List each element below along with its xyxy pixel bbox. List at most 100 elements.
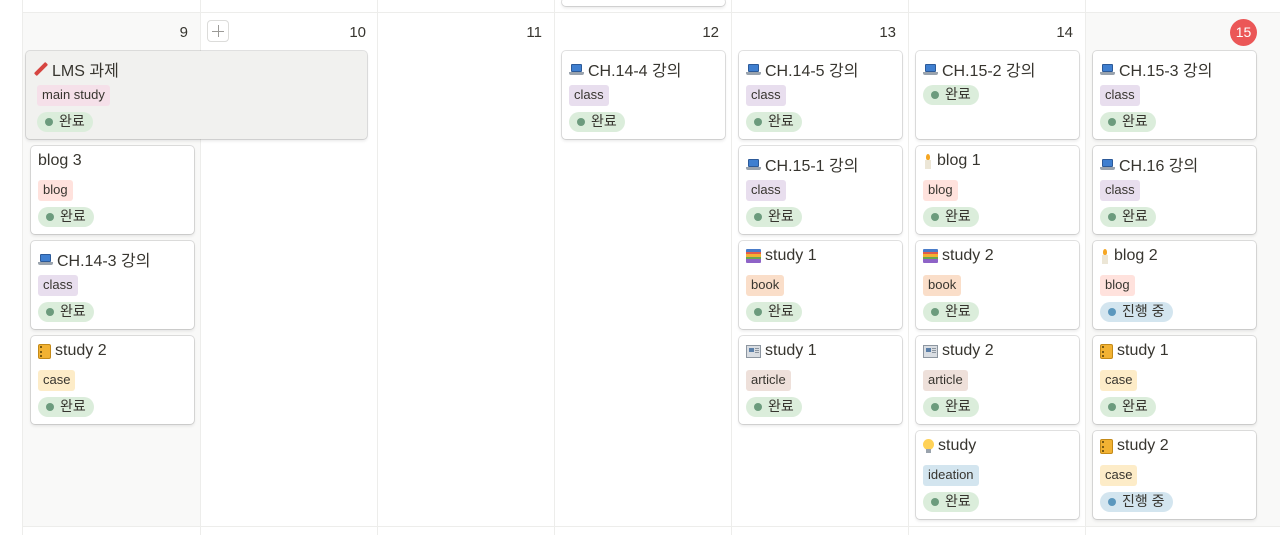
event-title: CH.15-3 강의 <box>1119 63 1213 80</box>
day-number: 10 <box>349 24 366 41</box>
status-badge: 완료 <box>923 302 979 322</box>
event-card[interactable]: study 1 case 완료 <box>1093 336 1256 424</box>
event-title: CH.15-1 강의 <box>765 158 859 175</box>
event-card[interactable]: study 1 book 완료 <box>739 241 902 329</box>
event-title: CH.14-4 강의 <box>588 63 682 80</box>
status-badge: 진행 중 <box>1100 302 1173 322</box>
event-card[interactable]: blog 1 blog 완료 <box>916 146 1079 234</box>
event-title: study 2 <box>942 247 994 264</box>
laptop-icon <box>1100 63 1115 75</box>
tag-badge: article <box>923 370 968 391</box>
event-title: CH.16 강의 <box>1119 158 1199 175</box>
event-title: blog 3 <box>38 152 82 169</box>
status-badge: 완료 <box>923 492 979 512</box>
status-badge: 완료 <box>746 207 802 227</box>
column-divider <box>377 0 378 535</box>
event-card[interactable]: CH.15-2 강의 완료 <box>916 51 1079 139</box>
status-badge: 완료 <box>569 112 625 132</box>
event-card[interactable]: study 1 article 완료 <box>739 336 902 424</box>
laptop-icon <box>746 63 761 75</box>
tag-badge: class <box>746 180 786 201</box>
newspaper-icon <box>923 344 938 358</box>
candle-icon <box>1100 248 1110 264</box>
lightbulb-icon <box>923 438 934 454</box>
tag-badge: blog <box>923 180 958 201</box>
event-title: blog 2 <box>1114 247 1158 264</box>
event-card[interactable]: CH.15-3 강의 class 완료 <box>1093 51 1256 139</box>
today-badge: 15 <box>1230 19 1257 46</box>
event-title: CH.15-2 강의 <box>942 63 1036 80</box>
event-card[interactable]: CH.14-4 강의 class 완료 <box>562 51 725 139</box>
notebook-icon <box>1100 438 1113 454</box>
tag-badge: blog <box>38 180 73 201</box>
tag-badge: case <box>1100 465 1138 486</box>
tag-badge: class <box>1100 180 1140 201</box>
pencil-icon <box>33 62 48 77</box>
status-badge: 완료 <box>38 302 94 322</box>
day-number: 11 <box>526 24 542 41</box>
event-card[interactable]: blog 3 blog 완료 <box>31 146 194 234</box>
status-badge: 완료 <box>1100 207 1156 227</box>
tag-badge: book <box>746 275 785 296</box>
column-divider <box>554 0 555 535</box>
event-card[interactable]: study 2 case 완료 <box>31 336 194 424</box>
status-badge: 완료 <box>38 207 94 227</box>
tag-badge: class <box>746 85 786 106</box>
notebook-icon <box>1100 343 1113 359</box>
status-badge: 완료 <box>923 397 979 417</box>
tag-badge: class <box>38 275 78 296</box>
add-event-button[interactable] <box>207 20 229 42</box>
laptop-icon <box>1100 158 1115 170</box>
candle-icon <box>923 153 933 169</box>
status-badge: 완료 <box>746 397 802 417</box>
event-title: study 2 <box>55 342 107 359</box>
notebook-icon <box>38 343 51 359</box>
event-card[interactable]: CH.15-1 강의 class 완료 <box>739 146 902 234</box>
laptop-icon <box>38 253 53 265</box>
event-title: study 2 <box>1117 437 1169 454</box>
tag-badge: ideation <box>923 465 979 486</box>
week-top-border <box>22 12 1280 13</box>
status-badge: 진행 중 <box>1100 492 1173 512</box>
event-card[interactable]: LMS 과제 main study 완료 <box>26 51 367 139</box>
event-title: study 2 <box>942 342 994 359</box>
tag-badge: book <box>923 275 962 296</box>
event-card[interactable]: CH.14-3 강의 class 완료 <box>31 241 194 329</box>
event-card[interactable]: study 2 case 진행 중 <box>1093 431 1256 519</box>
tag-badge: class <box>1100 85 1140 106</box>
laptop-icon <box>923 63 938 75</box>
event-card[interactable]: CH.14-5 강의 class 완료 <box>739 51 902 139</box>
status-badge: 완료 <box>746 302 802 322</box>
event-card[interactable]: study 2 book 완료 <box>916 241 1079 329</box>
status-badge: 완료 <box>923 207 979 227</box>
day-number: 13 <box>879 24 896 41</box>
newspaper-icon <box>746 344 761 358</box>
status-badge: 완료 <box>1100 112 1156 132</box>
tag-badge: case <box>1100 370 1138 391</box>
status-badge: 완료 <box>923 85 979 105</box>
event-title: study 1 <box>1117 342 1169 359</box>
event-card[interactable]: study 2 article 완료 <box>916 336 1079 424</box>
column-divider <box>22 0 23 535</box>
week-bottom-border <box>22 526 1280 527</box>
status-badge: 완료 <box>38 397 94 417</box>
tag-badge: case <box>38 370 76 391</box>
previous-week-card-edge[interactable] <box>562 0 725 6</box>
event-title: study 1 <box>765 342 817 359</box>
event-card[interactable]: CH.16 강의 class 완료 <box>1093 146 1256 234</box>
event-title: CH.14-5 강의 <box>765 63 859 80</box>
day-number: 14 <box>1056 24 1073 41</box>
status-badge: 완료 <box>1100 397 1156 417</box>
column-divider <box>908 0 909 535</box>
day-number: 12 <box>702 24 719 41</box>
event-title: study <box>938 437 977 454</box>
event-card[interactable]: study ideation 완료 <box>916 431 1079 519</box>
tag-badge: class <box>569 85 609 106</box>
status-badge: 완료 <box>37 112 93 132</box>
column-divider <box>1085 0 1086 535</box>
event-card[interactable]: blog 2 blog 진행 중 <box>1093 241 1256 329</box>
event-title: study 1 <box>765 247 817 264</box>
books-icon <box>923 249 938 263</box>
books-icon <box>746 249 761 263</box>
event-title: CH.14-3 강의 <box>57 253 151 270</box>
